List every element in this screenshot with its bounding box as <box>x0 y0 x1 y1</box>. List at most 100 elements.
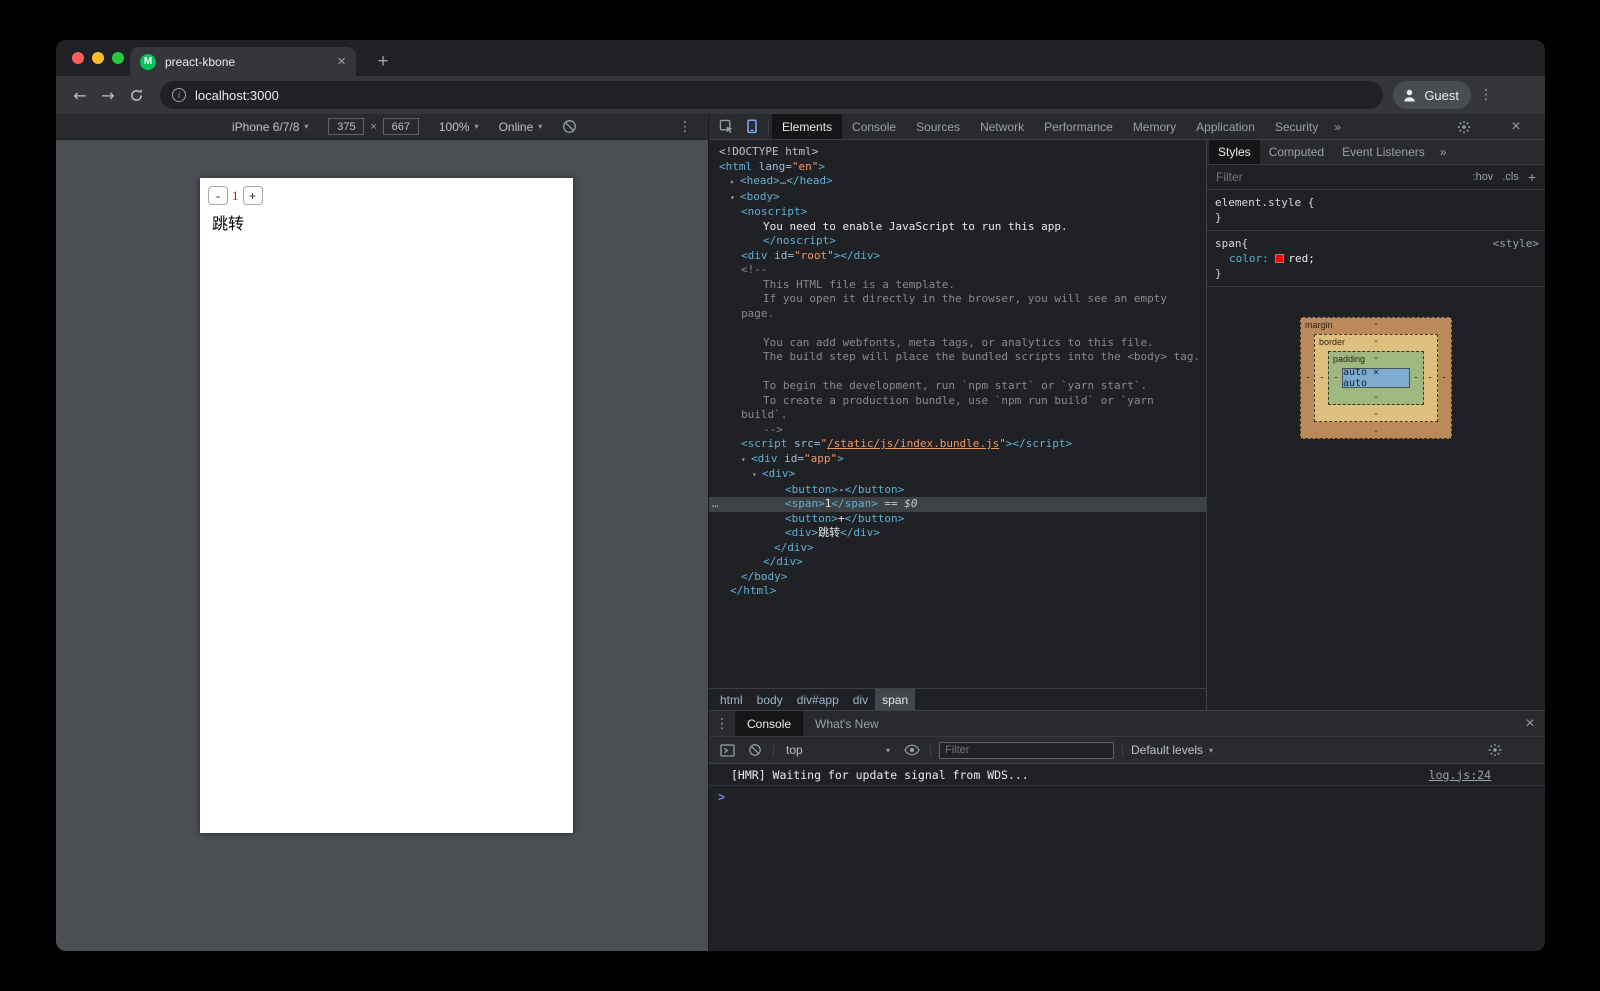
padding-bottom-value[interactable]: - <box>1373 392 1379 403</box>
tab-performance[interactable]: Performance <box>1034 114 1123 139</box>
live-expression-button[interactable] <box>902 740 922 760</box>
dom-tree-line[interactable]: </noscript> <box>709 234 1206 249</box>
decrement-button[interactable]: - <box>208 186 228 205</box>
dom-tree-line[interactable]: To create a production bundle, use `npm … <box>709 394 1206 409</box>
margin-top-value[interactable]: - <box>1373 319 1379 330</box>
tab-computed[interactable]: Computed <box>1260 140 1333 164</box>
element-style-section[interactable]: element.style { } <box>1207 190 1545 231</box>
dom-tree-line[interactable]: --> <box>709 423 1206 438</box>
padding-top-value[interactable]: - <box>1373 353 1379 364</box>
dom-tree-line[interactable]: <div id="root"></div> <box>709 249 1206 264</box>
dom-tree-line[interactable]: build`. <box>709 408 1206 423</box>
address-bar[interactable]: i localhost:3000 <box>160 81 1383 109</box>
dom-tree-line[interactable]: <!DOCTYPE html> <box>709 145 1206 160</box>
rotate-button[interactable] <box>562 119 577 134</box>
increment-button[interactable]: + <box>243 186 263 205</box>
breadcrumb-item-html[interactable]: html <box>713 689 750 710</box>
twisty-expanded-icon[interactable]: ▾ <box>752 468 762 483</box>
console-source-link[interactable]: log.js:24 <box>1429 768 1491 782</box>
url-text[interactable]: localhost:3000 <box>195 88 279 103</box>
border-left-value[interactable]: - <box>1319 373 1325 384</box>
dom-tree-line[interactable]: </div> <box>709 555 1206 570</box>
more-sidebar-tabs-button[interactable]: » <box>1434 140 1453 164</box>
margin-right-value[interactable]: - <box>1441 373 1447 384</box>
dom-tree-line[interactable]: <html lang="en"> <box>709 160 1206 175</box>
tab-security[interactable]: Security <box>1265 114 1328 139</box>
dom-tree-line[interactable]: You need to enable JavaScript to run thi… <box>709 220 1206 235</box>
css-property-name[interactable]: color <box>1229 252 1262 265</box>
more-tabs-button[interactable]: » <box>1328 114 1347 139</box>
dom-tree-line[interactable]: <button>-</button> <box>709 483 1206 498</box>
devtools-settings-button[interactable] <box>1451 114 1477 139</box>
dom-tree-line[interactable]: </body> <box>709 570 1206 585</box>
drawer-tab-console[interactable]: Console <box>735 711 803 736</box>
device-height-input[interactable] <box>383 118 419 135</box>
dom-tree-line[interactable]: <button>+</button> <box>709 512 1206 527</box>
breadcrumb-item-div-app[interactable]: div#app <box>790 689 846 710</box>
forward-button[interactable]: → <box>94 81 122 109</box>
breadcrumb-item-div[interactable]: div <box>846 689 875 710</box>
twisty-expanded-icon[interactable]: ▾ <box>741 453 751 468</box>
margin-bottom-value[interactable]: - <box>1373 426 1379 437</box>
back-button[interactable]: ← <box>66 81 94 109</box>
margin-left-value[interactable]: - <box>1305 373 1311 384</box>
dom-tree-line[interactable]: To begin the development, run `npm start… <box>709 379 1206 394</box>
dom-tree-line[interactable]: <noscript> <box>709 205 1206 220</box>
dom-tree-line[interactable]: <!-- <box>709 263 1206 278</box>
border-bottom-value[interactable]: - <box>1373 409 1379 420</box>
rule-selector[interactable]: span <box>1215 236 1242 251</box>
dom-tree-line[interactable]: ▾<div id="app"> <box>709 452 1206 468</box>
profile-button[interactable]: Guest <box>1393 81 1471 109</box>
device-toolbar-menu-button[interactable]: ⋮ <box>670 119 700 135</box>
style-origin-link[interactable]: <style> <box>1493 236 1539 251</box>
dom-tree-line[interactable]: The build step will place the bundled sc… <box>709 350 1206 365</box>
clear-console-button[interactable] <box>745 740 765 760</box>
toggle-classes-button[interactable]: .cls <box>1502 171 1519 183</box>
border-top-value[interactable]: - <box>1373 336 1379 347</box>
inspect-element-button[interactable] <box>713 114 739 139</box>
border-right-value[interactable]: - <box>1427 373 1433 384</box>
drawer-close-button[interactable]: × <box>1515 711 1545 736</box>
twisty-expanded-icon[interactable]: ▾ <box>730 191 740 206</box>
browser-menu-button[interactable]: ⋮ <box>1471 87 1501 103</box>
dom-tree-line[interactable]: If you open it directly in the browser, … <box>709 292 1206 307</box>
breadcrumb-item-body[interactable]: body <box>750 689 790 710</box>
toggle-device-toolbar-button[interactable] <box>739 114 765 139</box>
span-rule-section[interactable]: span { <style> color: red; } <box>1207 231 1545 287</box>
breadcrumb-item-span[interactable]: span <box>875 689 915 710</box>
tab-network[interactable]: Network <box>970 114 1034 139</box>
tab-sources[interactable]: Sources <box>906 114 970 139</box>
toggle-hover-state-button[interactable]: :hov <box>1473 171 1494 183</box>
overflow-ellipsis[interactable]: … <box>712 497 719 512</box>
console-settings-button[interactable] <box>1485 740 1505 760</box>
styles-filter-input[interactable] <box>1216 170 1464 184</box>
tab-console[interactable]: Console <box>842 114 906 139</box>
dom-tree-line[interactable]: ▾<div> <box>709 467 1206 483</box>
devtools-close-button[interactable]: × <box>1503 114 1529 139</box>
tab-styles[interactable]: Styles <box>1209 140 1260 164</box>
box-model-content[interactable]: auto × auto <box>1342 368 1410 388</box>
css-property-value[interactable]: red <box>1288 252 1308 265</box>
dom-tree-line[interactable]: You can add webfonts, meta tags, or anal… <box>709 336 1206 351</box>
zoom-select[interactable]: 100% ▾ <box>439 120 479 134</box>
log-levels-select[interactable]: Default levels ▾ <box>1131 743 1213 757</box>
device-width-input[interactable] <box>328 118 364 135</box>
devtools-menu-button[interactable] <box>1477 114 1503 139</box>
site-info-icon[interactable]: i <box>172 88 186 102</box>
zoom-window-button[interactable] <box>112 52 124 64</box>
dom-tree-line[interactable]: <script src="/static/js/index.bundle.js"… <box>709 437 1206 452</box>
drawer-menu-button[interactable]: ⋮ <box>709 711 735 736</box>
dom-tree-line[interactable]: page. <box>709 307 1206 322</box>
dom-tree-line[interactable] <box>709 365 1206 380</box>
dom-tree-line[interactable]: ▸<head>…</head> <box>709 174 1206 190</box>
minimize-window-button[interactable] <box>92 52 104 64</box>
dom-tree-line[interactable]: </html> <box>709 584 1206 599</box>
console-context-select[interactable]: top ▾ <box>782 743 894 757</box>
browser-tab[interactable]: M preact-kbone × <box>130 47 356 76</box>
new-tab-button[interactable]: + <box>370 49 396 75</box>
nav-link[interactable]: 跳转 <box>212 210 565 234</box>
dom-tree-line[interactable]: This HTML file is a template. <box>709 278 1206 293</box>
color-swatch[interactable] <box>1275 254 1284 263</box>
padding-left-value[interactable]: - <box>1333 373 1339 384</box>
dom-tree-line[interactable]: <div>跳转</div> <box>709 526 1206 541</box>
